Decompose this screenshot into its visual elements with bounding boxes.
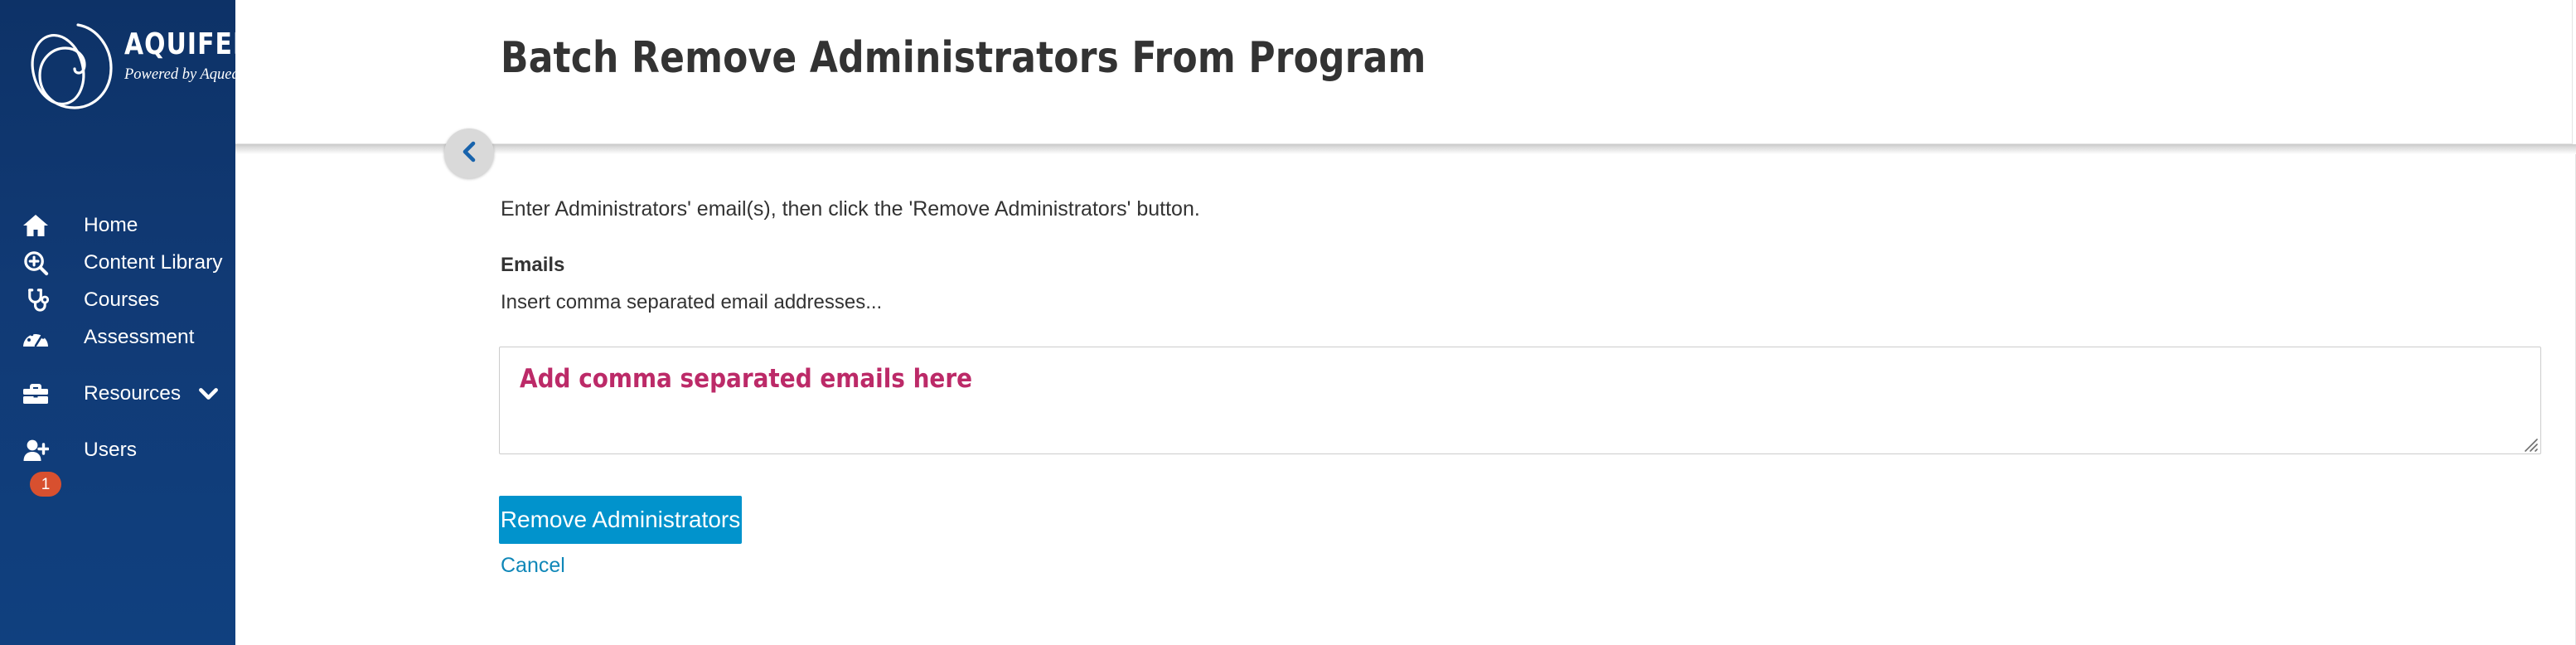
sidebar-item-content-library[interactable]: Content Library <box>0 244 235 282</box>
magnifier-plus-icon <box>18 248 53 278</box>
emails-field-label: Emails <box>501 254 565 276</box>
main-content: Enter Administrators' email(s), then cli… <box>235 154 2576 645</box>
sidebar-item-assessment[interactable]: Assessment <box>0 318 235 356</box>
sidebar: AQUIFER Powered by Aqueduct Home <box>0 0 235 645</box>
sidebar-item-label: Assessment <box>84 325 195 348</box>
aquifer-loop-logo-icon <box>18 15 124 114</box>
sidebar-collapse-toggle[interactable] <box>444 129 494 178</box>
status-badge: 1 <box>30 472 61 497</box>
emails-input-wrapper <box>499 347 2541 454</box>
gauge-icon <box>18 322 53 352</box>
page-header: Batch Remove Administrators From Program <box>235 0 2573 144</box>
user-plus-icon <box>18 435 53 465</box>
page-title: Batch Remove Administrators From Program <box>501 33 1426 83</box>
stethoscope-icon <box>18 285 53 315</box>
remove-administrators-button[interactable]: Remove Administrators <box>499 496 742 544</box>
sidebar-item-label: Home <box>84 213 138 236</box>
brand-text: AQUIFER Powered by Aqueduct <box>124 27 235 83</box>
emails-input[interactable] <box>499 347 2541 454</box>
cancel-link[interactable]: Cancel <box>501 555 565 576</box>
brand-logo[interactable]: AQUIFER Powered by Aqueduct <box>0 0 235 146</box>
header-divider <box>235 144 2576 154</box>
home-icon <box>18 211 53 240</box>
sidebar-item-courses[interactable]: Courses <box>0 281 235 319</box>
emails-field-hint: Insert comma separated email addresses..… <box>501 291 883 313</box>
sidebar-item-label: Content Library <box>84 250 223 274</box>
brand-tagline: Powered by Aqueduct <box>124 66 235 83</box>
sidebar-item-users[interactable]: Users <box>0 431 235 469</box>
sidebar-item-home[interactable]: Home <box>0 206 235 245</box>
sidebar-item-resources[interactable]: Resources <box>0 375 235 413</box>
sidebar-item-label: Courses <box>84 288 160 311</box>
chevron-down-icon[interactable] <box>199 387 218 400</box>
chevron-left-icon <box>461 141 477 167</box>
page-root: AQUIFER Powered by Aqueduct Home <box>0 0 2576 645</box>
briefcase-icon <box>18 379 53 409</box>
sidebar-item-label: Users <box>84 438 137 461</box>
brand-wordmark: AQUIFER <box>124 27 235 61</box>
sidebar-item-label: Resources <box>84 381 182 405</box>
instruction-text: Enter Administrators' email(s), then cli… <box>501 197 1200 221</box>
